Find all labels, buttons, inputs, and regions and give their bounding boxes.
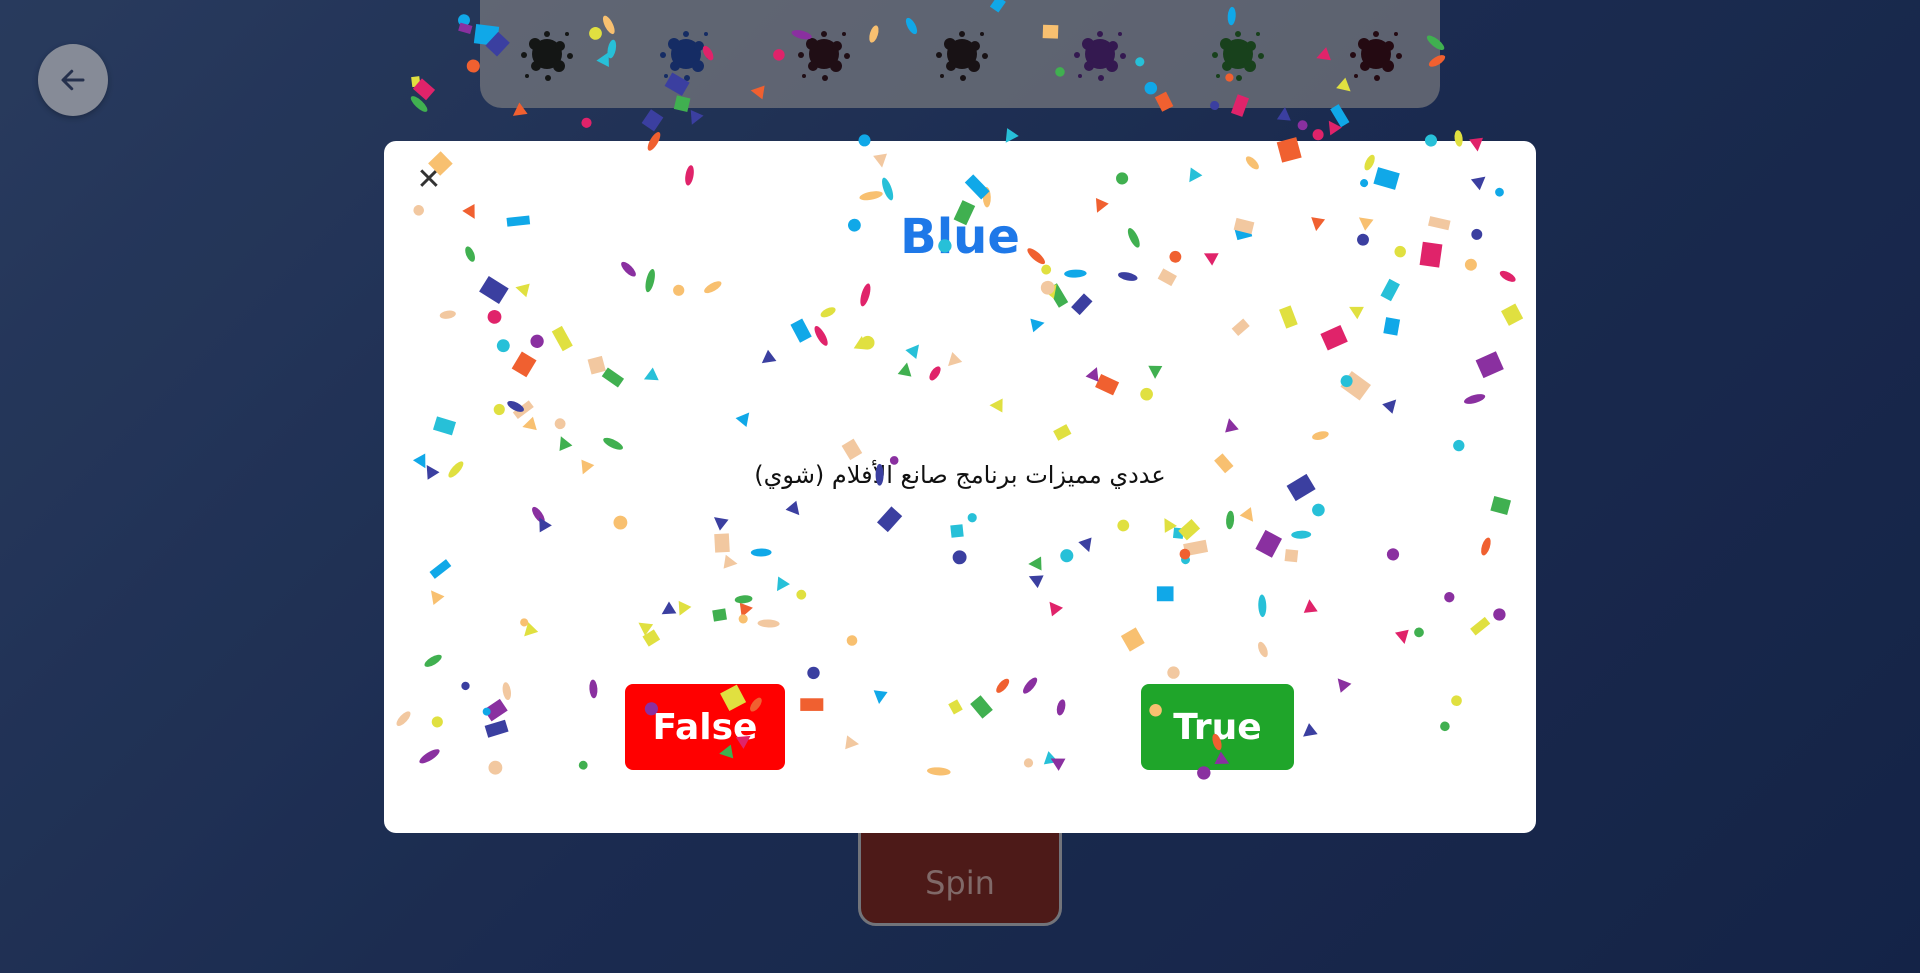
false-button[interactable]: False	[625, 684, 785, 770]
question-text: عددي مميزات برنامج صانع الأفلام (شوي)	[754, 461, 1166, 489]
close-icon[interactable]: ✕	[414, 165, 444, 195]
modal-title: Blue	[900, 209, 1020, 265]
true-button[interactable]: True	[1141, 684, 1294, 770]
question-modal: ✕ Blue عددي مميزات برنامج صانع الأفلام (…	[384, 141, 1536, 833]
